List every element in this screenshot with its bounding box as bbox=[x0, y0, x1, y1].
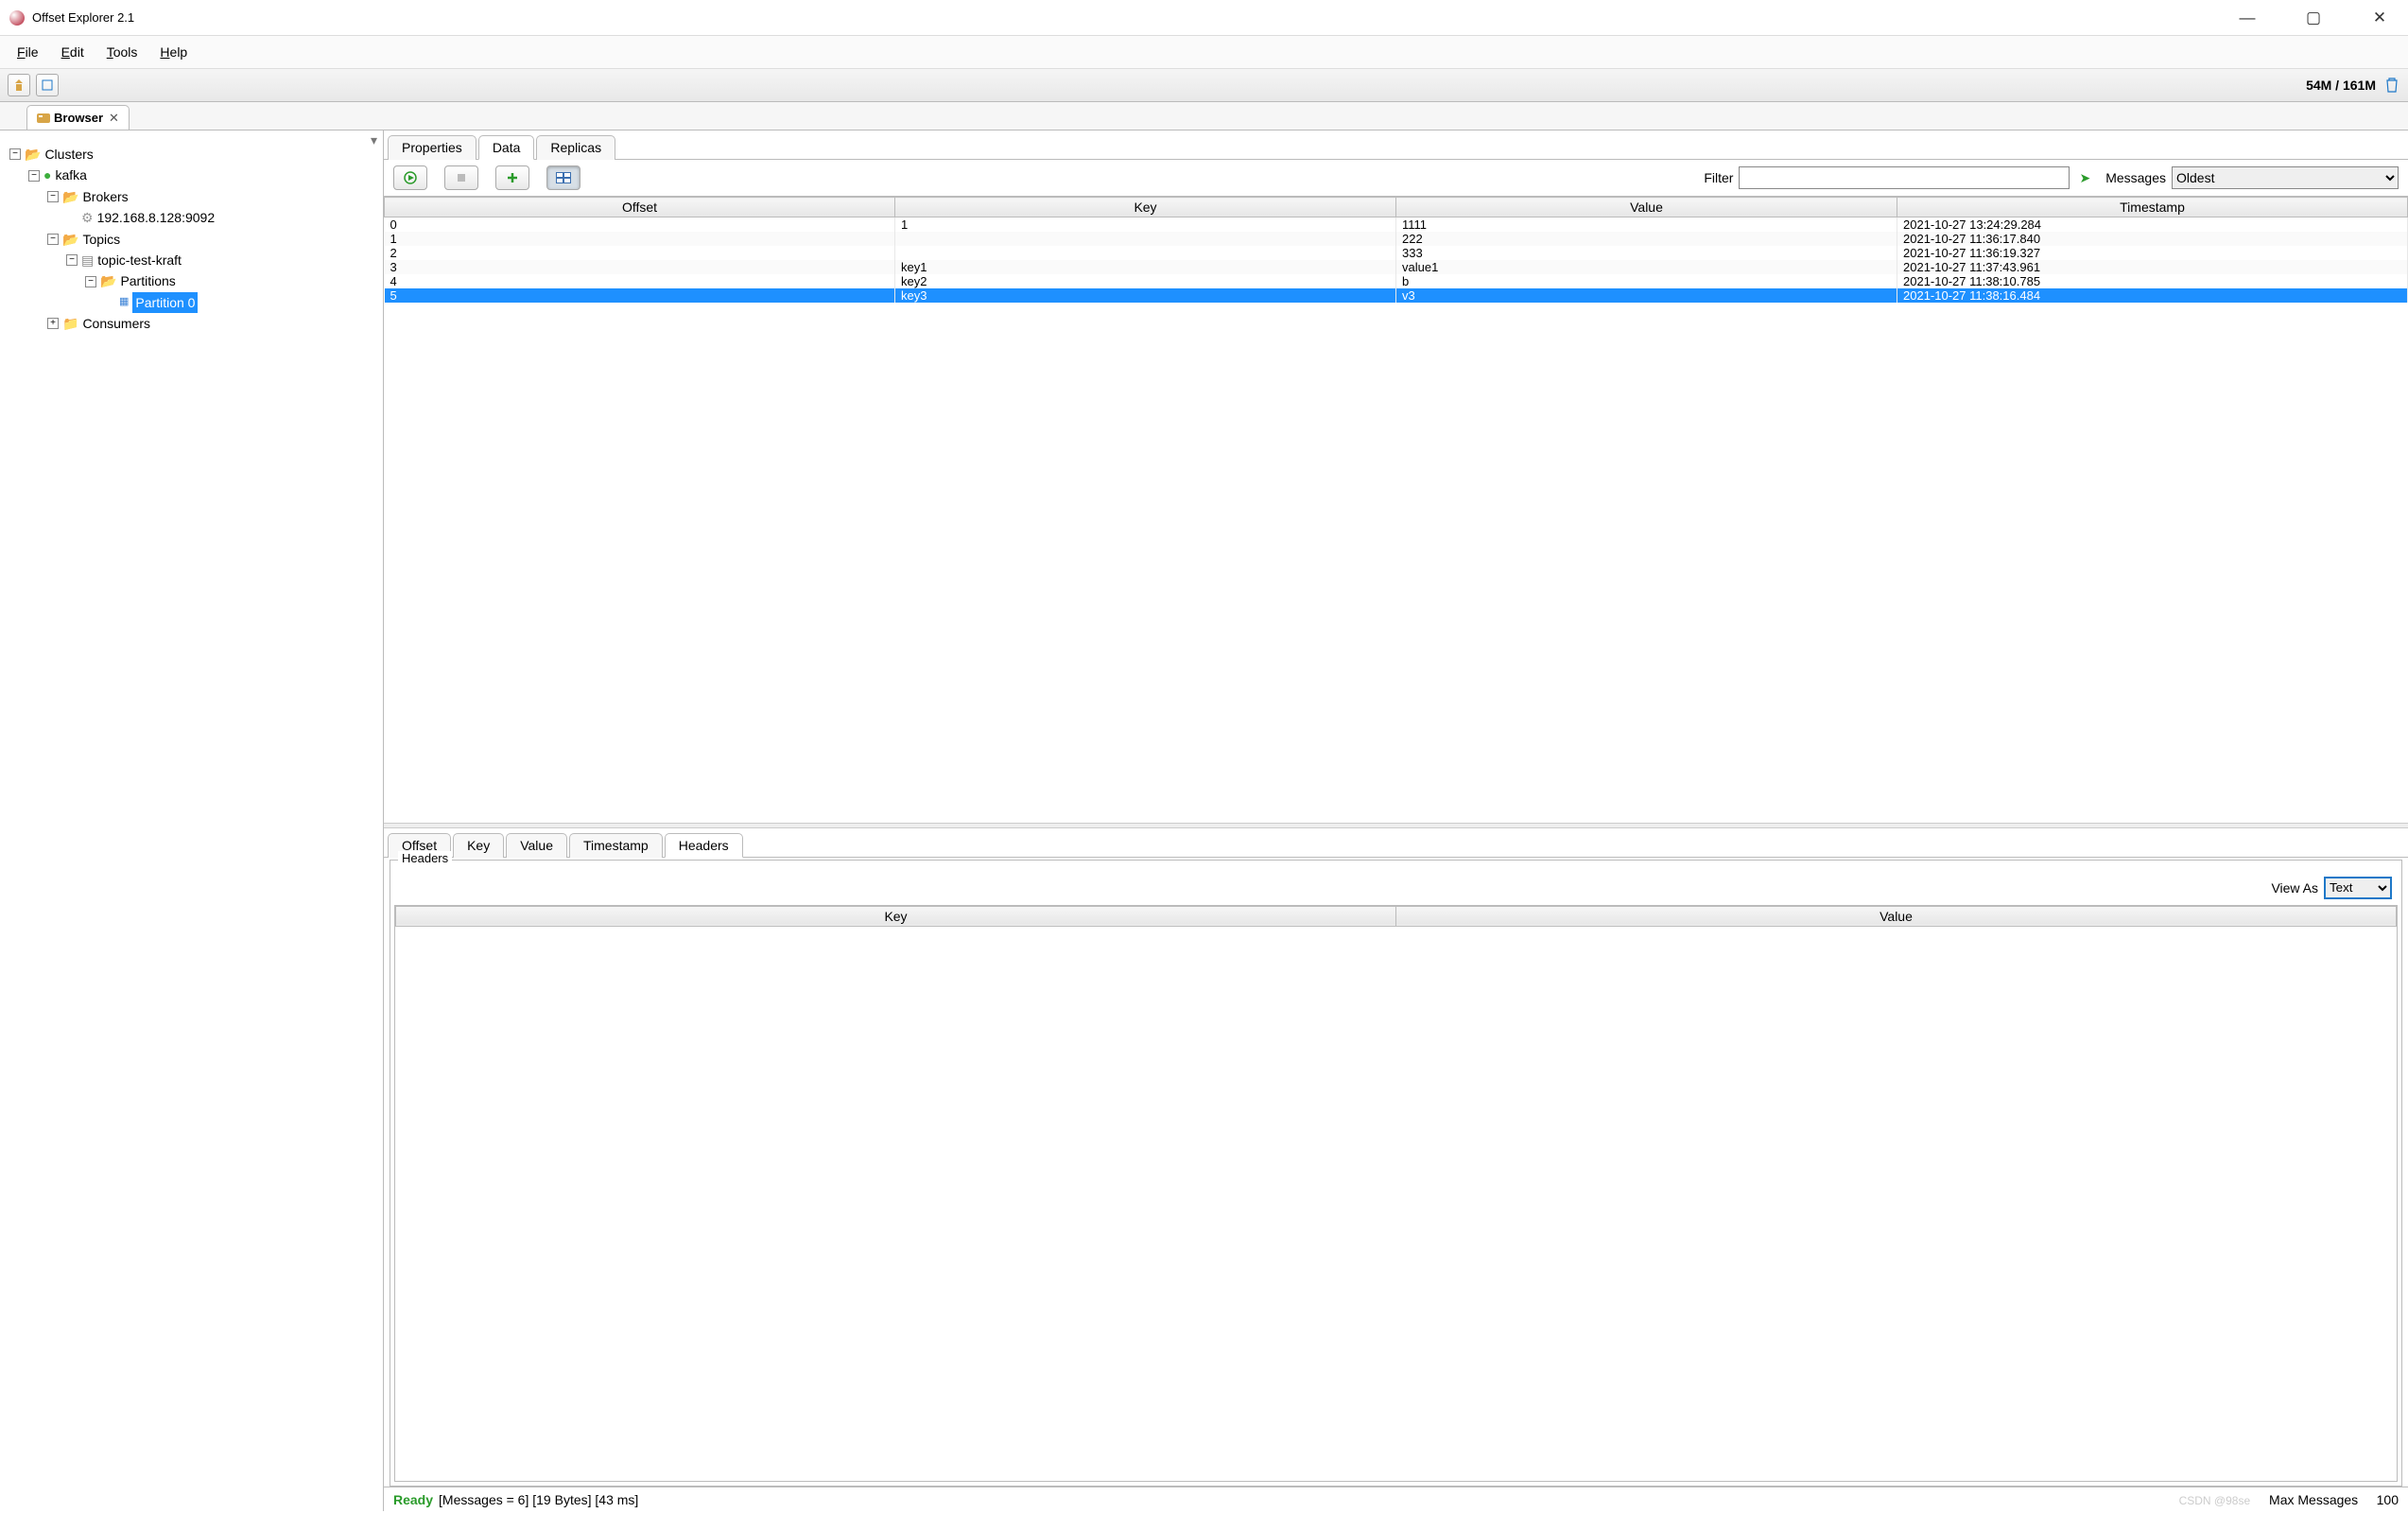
close-button[interactable]: ✕ bbox=[2361, 9, 2399, 27]
menu-tools[interactable]: ToolsTools bbox=[99, 41, 146, 63]
table-row[interactable]: 0111112021-10-27 13:24:29.284 bbox=[385, 217, 2408, 233]
dtab-headers[interactable]: Headers bbox=[665, 833, 743, 858]
dtab-timestamp[interactable]: Timestamp bbox=[569, 833, 663, 858]
tree-topic-0[interactable]: −▤topic-test-kraft bbox=[9, 250, 383, 270]
memory-status: 54M / 161M bbox=[2306, 78, 2383, 93]
filter-input[interactable] bbox=[1739, 166, 2070, 189]
menu-edit[interactable]: EditEdit bbox=[54, 41, 92, 63]
col-timestamp[interactable]: Timestamp bbox=[1897, 198, 2408, 217]
view-toggle-button[interactable] bbox=[546, 165, 580, 190]
toolbar-btn-2[interactable] bbox=[36, 74, 59, 96]
tab-browser[interactable]: Browser ✕ bbox=[26, 105, 130, 130]
headers-table[interactable]: Key Value bbox=[394, 905, 2398, 1483]
close-tab-icon[interactable]: ✕ bbox=[109, 111, 119, 126]
view-as-label: View As bbox=[2271, 880, 2318, 896]
statusbar: Ready [Messages = 6] [19 Bytes] [43 ms] … bbox=[384, 1487, 2408, 1511]
table-row[interactable]: 5key3v32021-10-27 11:38:16.484 bbox=[385, 288, 2408, 303]
tree-partition-0[interactable]: ▦Partition 0 bbox=[9, 292, 383, 313]
content-tabs: Properties Data Replicas bbox=[384, 130, 2408, 160]
data-table[interactable]: Offset Key Value Timestamp 0111112021-10… bbox=[384, 196, 2408, 823]
stop-button[interactable] bbox=[444, 165, 478, 190]
tree-partitions[interactable]: −📂Partitions bbox=[9, 270, 383, 291]
panel-tabbar: Browser ✕ bbox=[0, 102, 2408, 130]
hcol-key[interactable]: Key bbox=[396, 906, 1396, 926]
col-key[interactable]: Key bbox=[895, 198, 1396, 217]
max-messages-label: Max Messages bbox=[2269, 1492, 2358, 1507]
sidebar-menu-icon[interactable]: ▾ bbox=[371, 132, 377, 148]
app-title: Offset Explorer 2.1 bbox=[32, 10, 134, 25]
headers-group-label: Headers bbox=[398, 851, 452, 865]
tab-replicas[interactable]: Replicas bbox=[536, 135, 615, 160]
tree-clusters[interactable]: −📂Clusters bbox=[9, 144, 383, 165]
filter-apply-icon[interactable]: ➤ bbox=[2079, 170, 2090, 186]
col-offset[interactable]: Offset bbox=[385, 198, 895, 217]
dtab-value[interactable]: Value bbox=[506, 833, 567, 858]
sidebar: ▾ −📂Clusters −●kafka −📂Brokers ⚙192.168.… bbox=[0, 130, 384, 1511]
headers-group: Headers View As Text Key Value bbox=[390, 860, 2402, 1487]
toolbar: 54M / 161M bbox=[0, 68, 2408, 102]
tree: −📂Clusters −●kafka −📂Brokers ⚙192.168.8.… bbox=[0, 144, 383, 335]
app-icon bbox=[9, 10, 25, 26]
content: Properties Data Replicas Filter ➤ Messag… bbox=[384, 130, 2408, 1511]
titlebar: Offset Explorer 2.1 — ▢ ✕ bbox=[0, 0, 2408, 36]
status-info: [Messages = 6] [19 Bytes] [43 ms] bbox=[439, 1492, 638, 1507]
browser-tab-icon bbox=[37, 113, 50, 123]
watermark: CSDN @98se bbox=[2179, 1494, 2251, 1507]
dtab-key[interactable]: Key bbox=[453, 833, 504, 858]
tree-consumers[interactable]: +📁Consumers bbox=[9, 313, 383, 334]
table-row[interactable]: 4key2b2021-10-27 11:38:10.785 bbox=[385, 274, 2408, 288]
menu-help[interactable]: HelpHelp bbox=[152, 41, 195, 63]
max-messages-value: 100 bbox=[2377, 1492, 2399, 1507]
messages-select[interactable]: Oldest bbox=[2172, 166, 2399, 189]
menu-file[interactable]: FFileile bbox=[9, 41, 46, 63]
add-button[interactable] bbox=[495, 165, 529, 190]
detail-tabs: Offset Key Value Timestamp Headers bbox=[384, 828, 2408, 858]
maximize-button[interactable]: ▢ bbox=[2295, 9, 2332, 27]
hcol-value[interactable]: Value bbox=[1396, 906, 2397, 926]
play-button[interactable] bbox=[393, 165, 427, 190]
table-row[interactable]: 3key1value12021-10-27 11:37:43.961 bbox=[385, 260, 2408, 274]
trash-icon[interactable] bbox=[2383, 77, 2400, 94]
menubar: FFileile EditEdit ToolsTools HelpHelp bbox=[0, 36, 2408, 68]
tree-brokers[interactable]: −📂Brokers bbox=[9, 186, 383, 207]
data-toolbar: Filter ➤ Messages Oldest bbox=[384, 160, 2408, 196]
tree-kafka[interactable]: −●kafka bbox=[9, 165, 383, 185]
status-ready: Ready bbox=[393, 1492, 433, 1507]
tab-properties[interactable]: Properties bbox=[388, 135, 476, 160]
tree-broker-0[interactable]: ⚙192.168.8.128:9092 bbox=[9, 207, 383, 228]
messages-label: Messages bbox=[2105, 170, 2166, 185]
view-as-select[interactable]: Text bbox=[2324, 877, 2392, 899]
table-row[interactable]: 12222021-10-27 11:36:17.840 bbox=[385, 232, 2408, 246]
tree-topics[interactable]: −📂Topics bbox=[9, 229, 383, 250]
minimize-button[interactable]: — bbox=[2228, 9, 2266, 27]
col-value[interactable]: Value bbox=[1396, 198, 1897, 217]
toolbar-btn-1[interactable] bbox=[8, 74, 30, 96]
tab-data[interactable]: Data bbox=[478, 135, 535, 160]
table-row[interactable]: 23332021-10-27 11:36:19.327 bbox=[385, 246, 2408, 260]
filter-label: Filter bbox=[1704, 170, 1733, 185]
